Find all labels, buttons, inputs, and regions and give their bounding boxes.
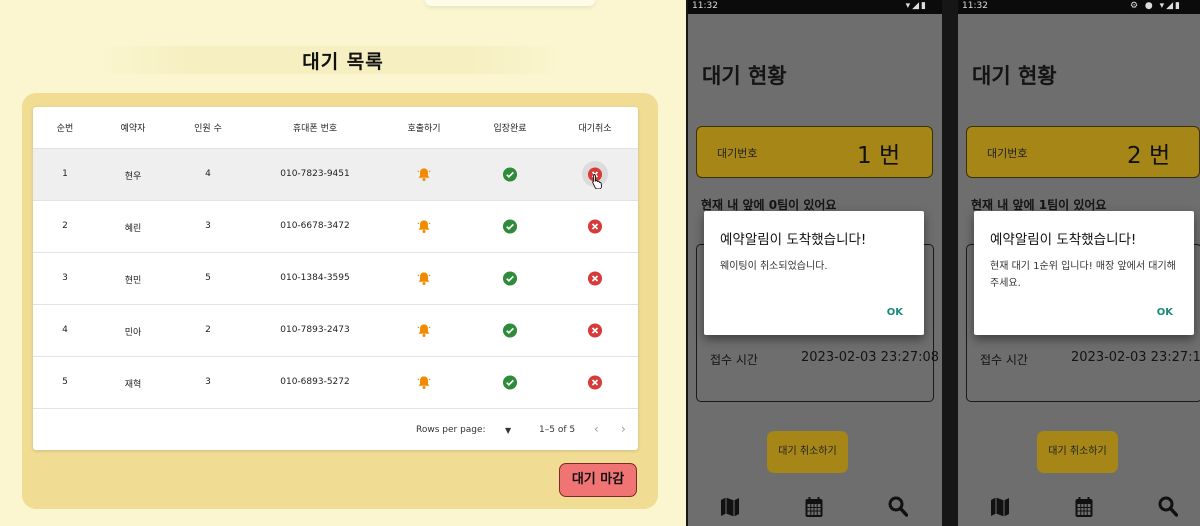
column-header-enter[interactable]: 입장완료 — [493, 121, 526, 134]
cell-order: 5 — [62, 377, 68, 387]
phone-screen-1: 11:32 ▾◢▮ 대기 현황 대기번호 1 번 현재 내 앞에 0팀이 있어요… — [688, 0, 942, 526]
cell-count: 3 — [205, 377, 211, 387]
table-row: 2 혜린 3 010-6678-3472 — [33, 201, 638, 253]
divider — [942, 0, 958, 526]
waitlist-table: 순번 예약자 인원 수 휴대폰 번호 호출하기 입장완료 대기취소 1 현우 4… — [33, 107, 638, 450]
cancel-icon[interactable] — [587, 375, 603, 390]
wait-number-card: 대기번호 1 번 — [696, 126, 933, 178]
check-icon[interactable] — [502, 271, 518, 286]
next-page-icon[interactable]: › — [621, 422, 626, 436]
status-icons: ▾◢▮ — [905, 1, 928, 11]
received-time: 2023-02-03 23:27:11 — [1071, 350, 1200, 365]
bottom-nav — [958, 492, 1200, 526]
cell-count: 5 — [205, 273, 211, 283]
cell-name: 민아 — [124, 328, 142, 338]
search-icon[interactable] — [1158, 496, 1178, 517]
wait-number-label: 대기번호 — [987, 147, 1028, 160]
check-icon[interactable] — [502, 219, 518, 234]
table-pagination: Rows per page: ▼ 1–5 of 5 ‹ › — [33, 412, 638, 450]
column-header-cancel[interactable]: 대기취소 — [578, 121, 611, 134]
cell-count: 4 — [205, 169, 211, 179]
cell-order: 2 — [62, 221, 68, 231]
table-row: 3 현민 5 010-1384-3595 — [33, 253, 638, 305]
cell-name: 현우 — [124, 172, 142, 182]
alert-dialog: 예약알림이 도착했습니다! 현재 대기 1순위 입니다! 매장 앞에서 대기해 … — [974, 211, 1194, 335]
wait-number: 2 번 — [1127, 143, 1171, 169]
cancel-icon[interactable] — [587, 271, 603, 286]
status-time: 11:32 — [692, 1, 718, 11]
search-icon[interactable] — [888, 496, 908, 517]
wait-number-label: 대기번호 — [717, 147, 758, 160]
page-title: 대기 현황 — [702, 64, 787, 88]
table-row: 4 민아 2 010-7893-2473 — [33, 305, 638, 357]
dialog-ok-button[interactable]: OK — [887, 307, 903, 318]
status-icons: ⚙ ● ▾◢▮ — [1129, 1, 1182, 11]
cell-phone: 010-6893-5272 — [280, 377, 350, 387]
close-waitlist-button[interactable]: 대기 마감 — [559, 463, 637, 497]
bell-icon[interactable] — [417, 271, 432, 286]
status-bar: 11:32 ▾◢▮ — [688, 0, 942, 14]
bell-icon[interactable] — [417, 323, 432, 338]
check-icon[interactable] — [502, 167, 518, 182]
cell-phone: 010-7823-9451 — [280, 169, 350, 179]
bell-icon[interactable] — [417, 375, 432, 390]
page-title: 대기 현황 — [972, 64, 1057, 88]
status-bar: 11:32 ⚙ ● ▾◢▮ — [958, 0, 1200, 14]
dialog-title: 예약알림이 도착했습니다! — [990, 232, 1137, 248]
cell-phone: 010-7893-2473 — [280, 325, 350, 335]
calendar-icon[interactable] — [1075, 496, 1094, 518]
rows-per-page-dropdown-icon[interactable]: ▼ — [505, 426, 511, 435]
bell-icon[interactable] — [417, 167, 432, 182]
dialog-ok-button[interactable]: OK — [1157, 307, 1173, 318]
rows-per-page-label: Rows per page: — [416, 425, 486, 435]
cell-order: 3 — [62, 273, 68, 283]
table-row: 5 재혁 3 010-6893-5272 — [33, 357, 638, 409]
check-icon[interactable] — [502, 375, 518, 390]
cell-count: 3 — [205, 221, 211, 231]
cell-name: 현민 — [124, 276, 142, 286]
received-time: 2023-02-03 23:27:08 — [801, 350, 940, 365]
calendar-icon[interactable] — [805, 496, 824, 518]
cancel-wait-button[interactable]: 대기 취소하기 — [767, 431, 848, 473]
received-label: 접수 시간 — [710, 353, 758, 367]
status-time: 11:32 — [962, 1, 988, 11]
top-card — [425, 0, 595, 6]
waitlist-web-app: 대기 목록 순번 예약자 인원 수 휴대폰 번호 호출하기 입장완료 대기취소 … — [0, 0, 686, 526]
dialog-message: 웨이팅이 취소되었습니다. — [720, 261, 828, 272]
cancel-icon[interactable] — [587, 219, 603, 234]
column-header-count[interactable]: 인원 수 — [194, 121, 222, 134]
page-title: 대기 목록 — [302, 51, 384, 73]
mouse-cursor-icon — [592, 174, 602, 189]
page-range: 1–5 of 5 — [539, 425, 576, 435]
column-header-order[interactable]: 순번 — [57, 121, 74, 134]
map-icon[interactable] — [720, 496, 740, 518]
cancel-icon[interactable] — [587, 323, 603, 338]
phone-screen-2: 11:32 ⚙ ● ▾◢▮ 대기 현황 대기번호 2 번 현재 내 앞에 1팀이… — [958, 0, 1200, 526]
map-icon[interactable] — [990, 496, 1010, 518]
alert-dialog: 예약알림이 도착했습니다! 웨이팅이 취소되었습니다. OK — [704, 211, 924, 335]
table-header: 순번 예약자 인원 수 휴대폰 번호 호출하기 입장완료 대기취소 — [33, 107, 638, 149]
cell-order: 1 — [62, 169, 68, 179]
table-row: 1 현우 4 010-7823-9451 — [33, 149, 638, 201]
column-header-phone[interactable]: 휴대폰 번호 — [293, 121, 337, 134]
cell-name: 혜린 — [124, 224, 142, 234]
bottom-nav — [688, 492, 942, 526]
wait-number: 1 번 — [857, 143, 901, 169]
bell-icon[interactable] — [417, 219, 432, 234]
cell-name: 재혁 — [124, 380, 142, 390]
column-header-name[interactable]: 예약자 — [121, 121, 146, 134]
prev-page-icon[interactable]: ‹ — [594, 422, 599, 436]
check-icon[interactable] — [502, 323, 518, 338]
cell-phone: 010-1384-3595 — [280, 273, 350, 283]
dialog-title: 예약알림이 도착했습니다! — [720, 232, 867, 248]
wait-number-card: 대기번호 2 번 — [966, 126, 1200, 178]
received-label: 접수 시간 — [980, 353, 1028, 367]
cell-order: 4 — [62, 325, 68, 335]
dialog-message: 현재 대기 1순위 입니다! 매장 앞에서 대기해 주세요. — [990, 261, 1176, 289]
cell-count: 2 — [205, 325, 211, 335]
column-header-call[interactable]: 호출하기 — [407, 121, 440, 134]
cancel-wait-button[interactable]: 대기 취소하기 — [1037, 431, 1118, 473]
cell-phone: 010-6678-3472 — [280, 221, 350, 231]
